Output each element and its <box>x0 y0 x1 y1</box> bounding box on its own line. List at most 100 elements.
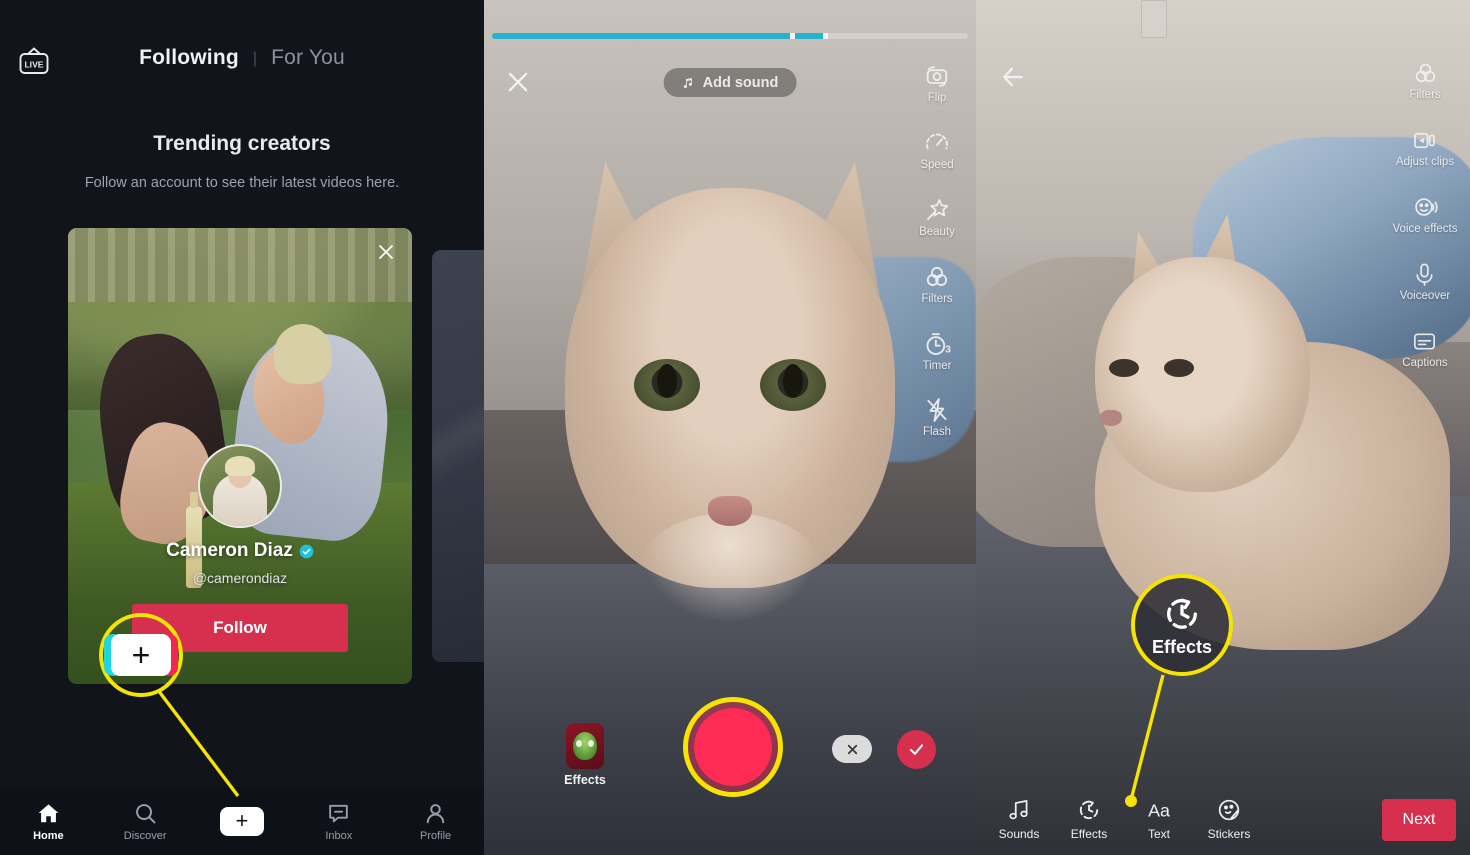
editor-bottom-sounds-label: Sounds <box>998 827 1040 841</box>
progress-segment-mark <box>822 33 828 39</box>
text-aa-icon: Aa <box>1143 797 1175 823</box>
callout-effects-tool: Effects <box>1131 574 1233 676</box>
cat-nose <box>1099 410 1122 427</box>
editor-tool-voice-effects[interactable]: Voice effects <box>1393 194 1458 236</box>
editor-tool-captions-label: Captions <box>1402 356 1448 369</box>
editor-tool-adjust-clips-label: Adjust clips <box>1395 155 1455 168</box>
plus-icon[interactable]: + <box>214 806 269 836</box>
alien-face-glyph <box>573 732 597 760</box>
creator-card[interactable]: Cameron Diaz @camerondiaz Follow <box>68 228 412 684</box>
camera-tool-speed[interactable]: Speed <box>920 129 954 172</box>
plus-create-icon: + <box>104 634 178 676</box>
camera-tool-flip[interactable]: Flip <box>923 62 951 105</box>
editor-tool-voiceover-label: Voiceover <box>1399 289 1451 302</box>
editor-tool-voice-effects-label: Voice effects <box>1392 222 1458 235</box>
creator-card-next-peek[interactable] <box>432 250 484 662</box>
trending-creators-subtitle: Follow an account to see their latest vi… <box>84 175 400 191</box>
delete-x-icon[interactable] <box>832 735 872 763</box>
music-note-icon <box>1006 797 1032 823</box>
camera-tool-filters[interactable]: Filters <box>921 263 953 306</box>
svg-text:Aa: Aa <box>1148 801 1170 821</box>
back-arrow-icon[interactable] <box>998 62 1028 92</box>
editor-tool-adjust-clips[interactable]: Adjust clips <box>1396 127 1454 169</box>
verified-badge-icon <box>299 544 314 559</box>
editor-bottom-toolbar: Sounds Effects Aa Text Stickers Next <box>976 783 1470 855</box>
avatar[interactable] <box>198 444 282 528</box>
sidebar-item-discover-label: Discover <box>123 829 167 842</box>
editor-tool-rail: Filters Adjust clips Voice effects Voice… <box>1386 60 1464 369</box>
sticker-face-icon <box>1216 797 1242 823</box>
editor-bottom-stickers-label: Stickers <box>1207 827 1251 841</box>
feed-header: LIVE Following | For You <box>0 0 484 112</box>
avatar-hair <box>225 456 255 476</box>
create-button[interactable]: + <box>194 806 291 836</box>
camera-tool-flash[interactable]: Flash <box>923 396 951 439</box>
effects-button-label: Effects <box>564 773 606 787</box>
sidebar-item-inbox-label: Inbox <box>325 829 353 842</box>
music-note-icon <box>682 76 696 90</box>
sidebar-item-discover[interactable]: Discover <box>97 801 194 842</box>
sidebar-item-home[interactable]: Home <box>0 801 97 842</box>
camera-tool-flash-label: Flash <box>922 426 952 439</box>
cat-eye-right <box>760 359 826 412</box>
sidebar-item-inbox[interactable]: Inbox <box>290 801 387 842</box>
sidebar-item-profile-label: Profile <box>419 829 452 842</box>
editor-bottom-stickers[interactable]: Stickers <box>1194 797 1264 841</box>
progress-fill <box>492 33 826 39</box>
editor-tool-filters[interactable]: Filters <box>1409 60 1441 102</box>
effects-clock-icon <box>1076 797 1102 823</box>
panel-post-editor: Filters Adjust clips Voice effects Voice… <box>976 0 1470 855</box>
callout-create-button: + <box>99 613 183 697</box>
effects-clock-icon <box>1161 593 1203 635</box>
search-icon <box>133 801 158 826</box>
editor-bottom-sounds[interactable]: Sounds <box>984 797 1054 841</box>
creator-display-name: Cameron Diaz <box>166 540 293 561</box>
camera-tool-beauty[interactable]: Beauty <box>919 196 955 239</box>
recording-progress-bar[interactable] <box>492 33 968 39</box>
sidebar-item-home-label: Home <box>33 829 64 842</box>
card-figure-right-hair <box>274 324 332 384</box>
creator-name-row: Cameron Diaz <box>68 540 412 562</box>
camera-tool-timer-label: Timer <box>922 359 952 372</box>
tab-divider: | <box>252 50 258 67</box>
progress-segment-mark <box>789 33 795 39</box>
editor-tool-captions[interactable]: Captions <box>1402 328 1448 370</box>
preview-light-switch <box>1141 0 1167 38</box>
effects-tool[interactable]: Effects <box>1054 797 1124 841</box>
trending-creators-title: Trending creators <box>153 132 331 155</box>
cat-eye-left <box>634 359 700 412</box>
editor-bottom-text[interactable]: Aa Text <box>1124 797 1194 841</box>
close-icon[interactable] <box>504 68 532 96</box>
inbox-message-icon <box>326 801 351 826</box>
callout-effects-label: Effects <box>1151 636 1213 657</box>
camera-tool-beauty-label: Beauty <box>919 225 955 238</box>
close-icon[interactable] <box>376 242 396 262</box>
creator-handle: @camerondiaz <box>192 570 288 586</box>
feed-tabs: Following | For You <box>0 46 484 70</box>
svg-text:3: 3 <box>945 343 951 355</box>
camera-tool-flip-label: Flip <box>927 92 947 104</box>
editor-bottom-text-label: Text <box>1147 827 1170 841</box>
camera-tool-filters-label: Filters <box>921 292 953 305</box>
cat-eye-right <box>1163 359 1194 378</box>
card-background-pergola <box>68 228 412 302</box>
panel-following-feed: LIVE Following | For You Trending creato… <box>0 0 484 855</box>
camera-tool-speed-label: Speed <box>920 158 954 171</box>
tab-following[interactable]: Following <box>139 46 239 70</box>
editor-bottom-effects-label: Effects <box>1070 827 1108 841</box>
cat-muzzle <box>640 513 820 623</box>
sidebar-item-profile[interactable]: Profile <box>387 801 484 842</box>
three-panel-tutorial-screenshot: LIVE Following | For You Trending creato… <box>0 0 1470 855</box>
camera-tool-timer[interactable]: 3 Timer <box>922 330 952 373</box>
add-sound-label: Add sound <box>702 74 779 91</box>
person-icon <box>423 801 448 826</box>
check-icon[interactable] <box>897 730 936 769</box>
editor-tool-filters-label: Filters <box>1409 89 1441 101</box>
bottom-navigation-bar: Home Discover + Inbox Profile <box>0 787 484 855</box>
next-button[interactable]: Next <box>1382 799 1456 841</box>
editor-tool-voiceover[interactable]: Voiceover <box>1399 261 1451 303</box>
cat-nose <box>708 495 752 526</box>
add-sound-button[interactable]: Add sound <box>663 68 797 97</box>
alien-face-effect-icon[interactable] <box>566 723 604 769</box>
tab-for-you[interactable]: For You <box>271 46 345 70</box>
